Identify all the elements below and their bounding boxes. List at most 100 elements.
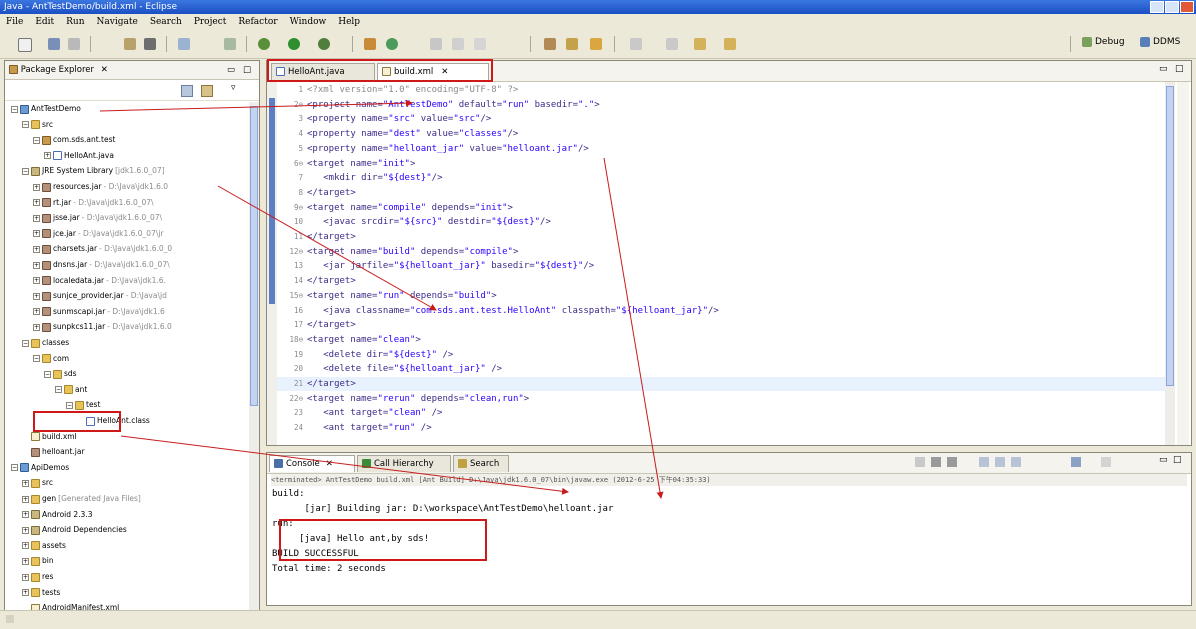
tree-item[interactable]: + Android Dependencies	[11, 523, 127, 537]
debug-perspective-button[interactable]: Debug	[1082, 37, 1125, 47]
tree-scrollbar[interactable]	[249, 102, 259, 620]
expand-toggle-icon[interactable]: −	[66, 401, 73, 409]
code-line[interactable]: 16 <java classname="com.sds.ant.test.Hel…	[277, 304, 1165, 318]
close-button[interactable]	[1180, 1, 1194, 13]
new-java-class-icon[interactable]	[386, 38, 398, 50]
expand-toggle-icon[interactable]: +	[33, 199, 40, 207]
expand-toggle-icon[interactable]: −	[22, 339, 29, 347]
console-tab[interactable]: Search	[453, 455, 509, 472]
forward-icon[interactable]	[724, 38, 736, 50]
tree-item[interactable]: − classes	[11, 336, 69, 350]
menu-refactor[interactable]: Refactor	[232, 17, 283, 27]
code-line[interactable]: 18⊖ <target name="clean">	[277, 333, 1165, 347]
expand-toggle-icon[interactable]: −	[33, 136, 40, 144]
expand-toggle-icon[interactable]: +	[33, 230, 40, 238]
menu-search[interactable]: Search	[144, 17, 188, 27]
code-line[interactable]: 7 <mkdir dir="${dest}"/>	[277, 171, 1165, 185]
maximize-view-icon[interactable]: □	[243, 61, 251, 79]
menu-edit[interactable]: Edit	[29, 17, 60, 27]
code-line[interactable]: 3 <property name="src" value="src"/>	[277, 112, 1165, 126]
tree-item[interactable]: − AntTestDemo	[11, 102, 81, 116]
checklist-icon[interactable]	[178, 38, 190, 50]
close-tab-icon[interactable]: ✕	[326, 459, 333, 469]
editor-maximize-icon[interactable]: □	[1175, 64, 1184, 74]
expand-toggle-icon[interactable]: +	[22, 511, 29, 519]
tree-item[interactable]: − ant	[11, 383, 87, 397]
code-line[interactable]: 8 </target>	[277, 186, 1165, 200]
expand-toggle-icon[interactable]: −	[22, 121, 29, 129]
code-line[interactable]: 5 <property name="helloant_jar" value="he…	[277, 142, 1165, 156]
tree-item[interactable]: + src	[11, 476, 53, 490]
menu-help[interactable]: Help	[332, 17, 366, 27]
task-icon[interactable]	[224, 38, 236, 50]
debug-icon[interactable]	[258, 38, 270, 50]
expand-toggle-icon[interactable]: +	[33, 183, 40, 191]
expand-toggle-icon[interactable]: −	[22, 167, 29, 175]
tree-item[interactable]: + sunpkcs11.jar - D:\Java\jdk1.6.0	[11, 320, 172, 334]
android-avd-icon[interactable]	[566, 38, 578, 50]
terminate-icon[interactable]	[915, 457, 925, 467]
tree-item[interactable]: − sds	[11, 367, 77, 381]
tree-item[interactable]: − ApiDemos	[11, 461, 69, 475]
code-line[interactable]: 21 </target>	[277, 377, 1165, 392]
editor-scrollbar-thumb[interactable]	[1166, 86, 1174, 386]
external-tools-icon[interactable]	[318, 38, 330, 50]
expand-toggle-icon[interactable]: +	[44, 152, 51, 160]
maximize-button[interactable]	[1165, 1, 1179, 13]
code-area[interactable]: 1 <?xml version="1.0" encoding="UTF-8" ?>…	[277, 83, 1165, 443]
expand-toggle-icon[interactable]: +	[22, 557, 29, 565]
tree-item[interactable]: + jce.jar - D:\Java\jdk1.6.0_07\jr	[11, 227, 164, 241]
tree-item[interactable]: + rt.jar - D:\Java\jdk1.6.0_07\	[11, 196, 154, 210]
tree-item[interactable]: + charsets.jar - D:\Java\jdk1.6.0_0	[11, 242, 172, 256]
code-line[interactable]: 9⊖ <target name="compile" depends="init">	[277, 201, 1165, 215]
tree-item[interactable]: + resources.jar - D:\Java\jdk1.6.0	[11, 180, 168, 194]
expand-toggle-icon[interactable]: −	[55, 386, 62, 394]
editor-minimize-icon[interactable]: ▭	[1159, 64, 1168, 74]
expand-toggle-icon[interactable]: +	[33, 292, 40, 300]
code-line[interactable]: 2⊖ <project name="AntTestDemo" default="r…	[277, 98, 1165, 112]
pin-icon[interactable]	[590, 38, 602, 50]
expand-toggle-icon[interactable]: −	[44, 370, 51, 378]
code-line[interactable]: 23 <ant target="clean" />	[277, 406, 1165, 420]
tree-item[interactable]: + assets	[11, 539, 66, 553]
console-minimize-icon[interactable]: ▭	[1159, 455, 1168, 465]
tree-item[interactable]: + bin	[11, 554, 54, 568]
collapse-all-icon[interactable]	[181, 85, 193, 97]
console-maximize-icon[interactable]: □	[1173, 455, 1182, 465]
code-line[interactable]: 22⊖ <target name="rerun" depends="clean,r…	[277, 392, 1165, 406]
code-line[interactable]: 17 </target>	[277, 318, 1165, 332]
tree-item[interactable]: + sunmscapi.jar - D:\Java\jdk1.6	[11, 305, 165, 319]
code-line[interactable]: 24 <ant target="run" />	[277, 421, 1165, 435]
view-menu-icon[interactable]: ▿	[231, 83, 236, 93]
annotation-icon[interactable]	[474, 38, 486, 50]
tree-item[interactable]: + res	[11, 570, 53, 584]
code-line[interactable]: 10 <javac srcdir="${src}" destdir="${des…	[277, 215, 1165, 229]
menu-file[interactable]: File	[0, 17, 29, 27]
expand-toggle-icon[interactable]: +	[33, 214, 40, 222]
pin-console-icon[interactable]	[1011, 457, 1021, 467]
open-type-icon[interactable]	[430, 38, 442, 50]
scroll-lock-icon[interactable]	[979, 457, 989, 467]
expand-toggle-icon[interactable]: −	[33, 355, 40, 363]
expand-toggle-icon[interactable]: −	[11, 464, 18, 472]
code-line[interactable]: 4 <property name="dest" value="classes"/>	[277, 127, 1165, 141]
minimize-view-icon[interactable]: ▭	[227, 61, 235, 79]
expand-toggle-icon[interactable]: +	[22, 589, 29, 597]
new-icon[interactable]	[18, 38, 32, 52]
clear-console-icon[interactable]	[995, 457, 1005, 467]
tree-item[interactable]: + jsse.jar - D:\Java\jdk1.6.0_07\	[11, 211, 162, 225]
tree-item[interactable]: − src	[11, 118, 53, 132]
terminal-icon[interactable]	[144, 38, 156, 50]
code-line[interactable]: 15⊖ <target name="run" depends="build">	[277, 289, 1165, 303]
remove-launch-icon[interactable]	[931, 457, 941, 467]
expand-toggle-icon[interactable]: +	[33, 308, 40, 316]
expand-toggle-icon[interactable]: +	[33, 323, 40, 331]
tree-item[interactable]: helloant.jar	[11, 445, 85, 459]
expand-toggle-icon[interactable]: +	[33, 261, 40, 269]
code-line[interactable]: 13 <jar jarfile="${helloant_jar}" basedi…	[277, 259, 1165, 273]
close-view-icon[interactable]: ✕	[101, 65, 108, 75]
code-line[interactable]: 20 <delete file="${helloant_jar}" />	[277, 362, 1165, 376]
menu-window[interactable]: Window	[284, 17, 333, 27]
new-java-package-icon[interactable]	[364, 38, 376, 50]
lock-icon[interactable]	[124, 38, 136, 50]
